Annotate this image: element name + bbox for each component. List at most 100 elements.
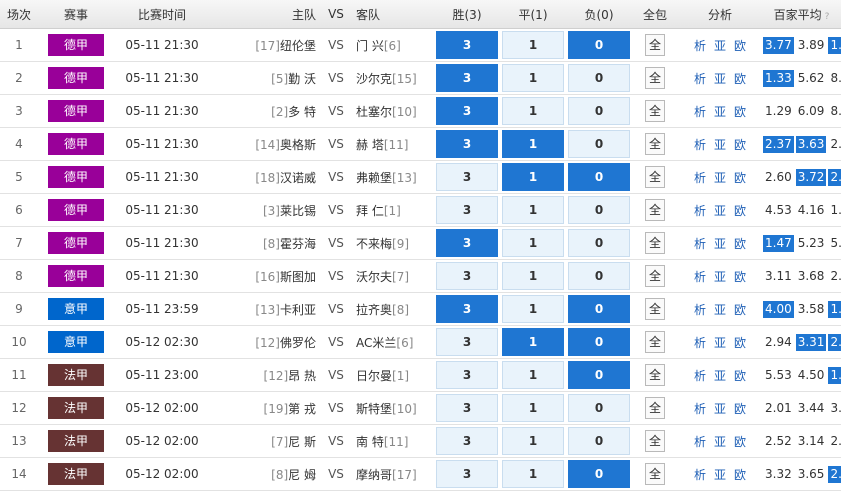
help-icon[interactable]: ? (825, 12, 830, 22)
euro-odds-link[interactable]: 欧 (734, 237, 746, 251)
win-option[interactable]: 3 (436, 460, 498, 488)
analysis-link[interactable]: 析 (694, 270, 706, 284)
draw-option[interactable]: 1 (502, 31, 564, 59)
euro-odds-link[interactable]: 欧 (734, 171, 746, 185)
home-team[interactable]: 多 特 (288, 105, 316, 119)
league-badge[interactable]: 法甲 (48, 364, 104, 386)
draw-option[interactable]: 1 (502, 229, 564, 257)
lose-option[interactable]: 0 (568, 163, 630, 191)
win-option[interactable]: 3 (436, 295, 498, 323)
home-team[interactable]: 莱比锡 (280, 204, 316, 218)
draw-option[interactable]: 1 (502, 64, 564, 92)
home-team[interactable]: 尼 斯 (288, 435, 316, 449)
asian-odds-link[interactable]: 亚 (714, 39, 726, 53)
win-option[interactable]: 3 (436, 130, 498, 158)
analysis-link[interactable]: 析 (694, 303, 706, 317)
away-team[interactable]: AC米兰 (356, 336, 396, 350)
select-all-button[interactable]: 全 (645, 463, 665, 485)
asian-odds-link[interactable]: 亚 (714, 303, 726, 317)
win-option[interactable]: 3 (436, 97, 498, 125)
lose-option[interactable]: 0 (568, 328, 630, 356)
euro-odds-link[interactable]: 欧 (734, 105, 746, 119)
home-team[interactable]: 昂 热 (288, 369, 316, 383)
analysis-link[interactable]: 析 (694, 72, 706, 86)
lose-option[interactable]: 0 (568, 196, 630, 224)
select-all-button[interactable]: 全 (645, 331, 665, 353)
select-all-button[interactable]: 全 (645, 34, 665, 56)
analysis-link[interactable]: 析 (694, 204, 706, 218)
win-option[interactable]: 3 (436, 229, 498, 257)
win-option[interactable]: 3 (436, 262, 498, 290)
home-team[interactable]: 尼 姆 (288, 468, 316, 482)
win-option[interactable]: 3 (436, 64, 498, 92)
home-team[interactable]: 汉诺威 (280, 171, 316, 185)
win-option[interactable]: 3 (436, 31, 498, 59)
analysis-link[interactable]: 析 (694, 402, 706, 416)
home-team[interactable]: 卡利亚 (280, 303, 316, 317)
away-team[interactable]: 南 特 (356, 435, 384, 449)
asian-odds-link[interactable]: 亚 (714, 105, 726, 119)
draw-option[interactable]: 1 (502, 460, 564, 488)
euro-odds-link[interactable]: 欧 (734, 72, 746, 86)
asian-odds-link[interactable]: 亚 (714, 72, 726, 86)
away-team[interactable]: 沃尔夫 (356, 270, 392, 284)
away-team[interactable]: 摩纳哥 (356, 468, 392, 482)
win-option[interactable]: 3 (436, 361, 498, 389)
lose-option[interactable]: 0 (568, 427, 630, 455)
league-badge[interactable]: 德甲 (48, 67, 104, 89)
league-badge[interactable]: 德甲 (48, 133, 104, 155)
home-team[interactable]: 第 戎 (288, 402, 316, 416)
lose-option[interactable]: 0 (568, 361, 630, 389)
league-badge[interactable]: 德甲 (48, 34, 104, 56)
euro-odds-link[interactable]: 欧 (734, 468, 746, 482)
euro-odds-link[interactable]: 欧 (734, 39, 746, 53)
asian-odds-link[interactable]: 亚 (714, 468, 726, 482)
draw-option[interactable]: 1 (502, 394, 564, 422)
away-team[interactable]: 拉齐奥 (356, 303, 392, 317)
lose-option[interactable]: 0 (568, 262, 630, 290)
lose-option[interactable]: 0 (568, 394, 630, 422)
league-badge[interactable]: 德甲 (48, 232, 104, 254)
draw-option[interactable]: 1 (502, 97, 564, 125)
home-team[interactable]: 纽伦堡 (280, 39, 316, 53)
league-badge[interactable]: 法甲 (48, 463, 104, 485)
euro-odds-link[interactable]: 欧 (734, 303, 746, 317)
analysis-link[interactable]: 析 (694, 369, 706, 383)
win-option[interactable]: 3 (436, 328, 498, 356)
win-option[interactable]: 3 (436, 196, 498, 224)
win-option[interactable]: 3 (436, 163, 498, 191)
away-team[interactable]: 门 兴 (356, 39, 384, 53)
away-team[interactable]: 拜 仁 (356, 204, 384, 218)
asian-odds-link[interactable]: 亚 (714, 270, 726, 284)
league-badge[interactable]: 德甲 (48, 166, 104, 188)
league-badge[interactable]: 法甲 (48, 430, 104, 452)
select-all-button[interactable]: 全 (645, 67, 665, 89)
euro-odds-link[interactable]: 欧 (734, 336, 746, 350)
euro-odds-link[interactable]: 欧 (734, 435, 746, 449)
select-all-button[interactable]: 全 (645, 265, 665, 287)
euro-odds-link[interactable]: 欧 (734, 138, 746, 152)
select-all-button[interactable]: 全 (645, 166, 665, 188)
analysis-link[interactable]: 析 (694, 39, 706, 53)
league-badge[interactable]: 德甲 (48, 265, 104, 287)
home-team[interactable]: 斯图加 (280, 270, 316, 284)
euro-odds-link[interactable]: 欧 (734, 270, 746, 284)
lose-option[interactable]: 0 (568, 31, 630, 59)
home-team[interactable]: 勤 沃 (288, 72, 316, 86)
asian-odds-link[interactable]: 亚 (714, 138, 726, 152)
analysis-link[interactable]: 析 (694, 138, 706, 152)
draw-option[interactable]: 1 (502, 163, 564, 191)
draw-option[interactable]: 1 (502, 361, 564, 389)
asian-odds-link[interactable]: 亚 (714, 237, 726, 251)
asian-odds-link[interactable]: 亚 (714, 204, 726, 218)
select-all-button[interactable]: 全 (645, 397, 665, 419)
draw-option[interactable]: 1 (502, 427, 564, 455)
asian-odds-link[interactable]: 亚 (714, 336, 726, 350)
away-team[interactable]: 赫 塔 (356, 138, 384, 152)
analysis-link[interactable]: 析 (694, 171, 706, 185)
win-option[interactable]: 3 (436, 427, 498, 455)
home-team[interactable]: 佛罗伦 (280, 336, 316, 350)
draw-option[interactable]: 1 (502, 130, 564, 158)
league-badge[interactable]: 法甲 (48, 397, 104, 419)
away-team[interactable]: 沙尔克 (356, 72, 392, 86)
